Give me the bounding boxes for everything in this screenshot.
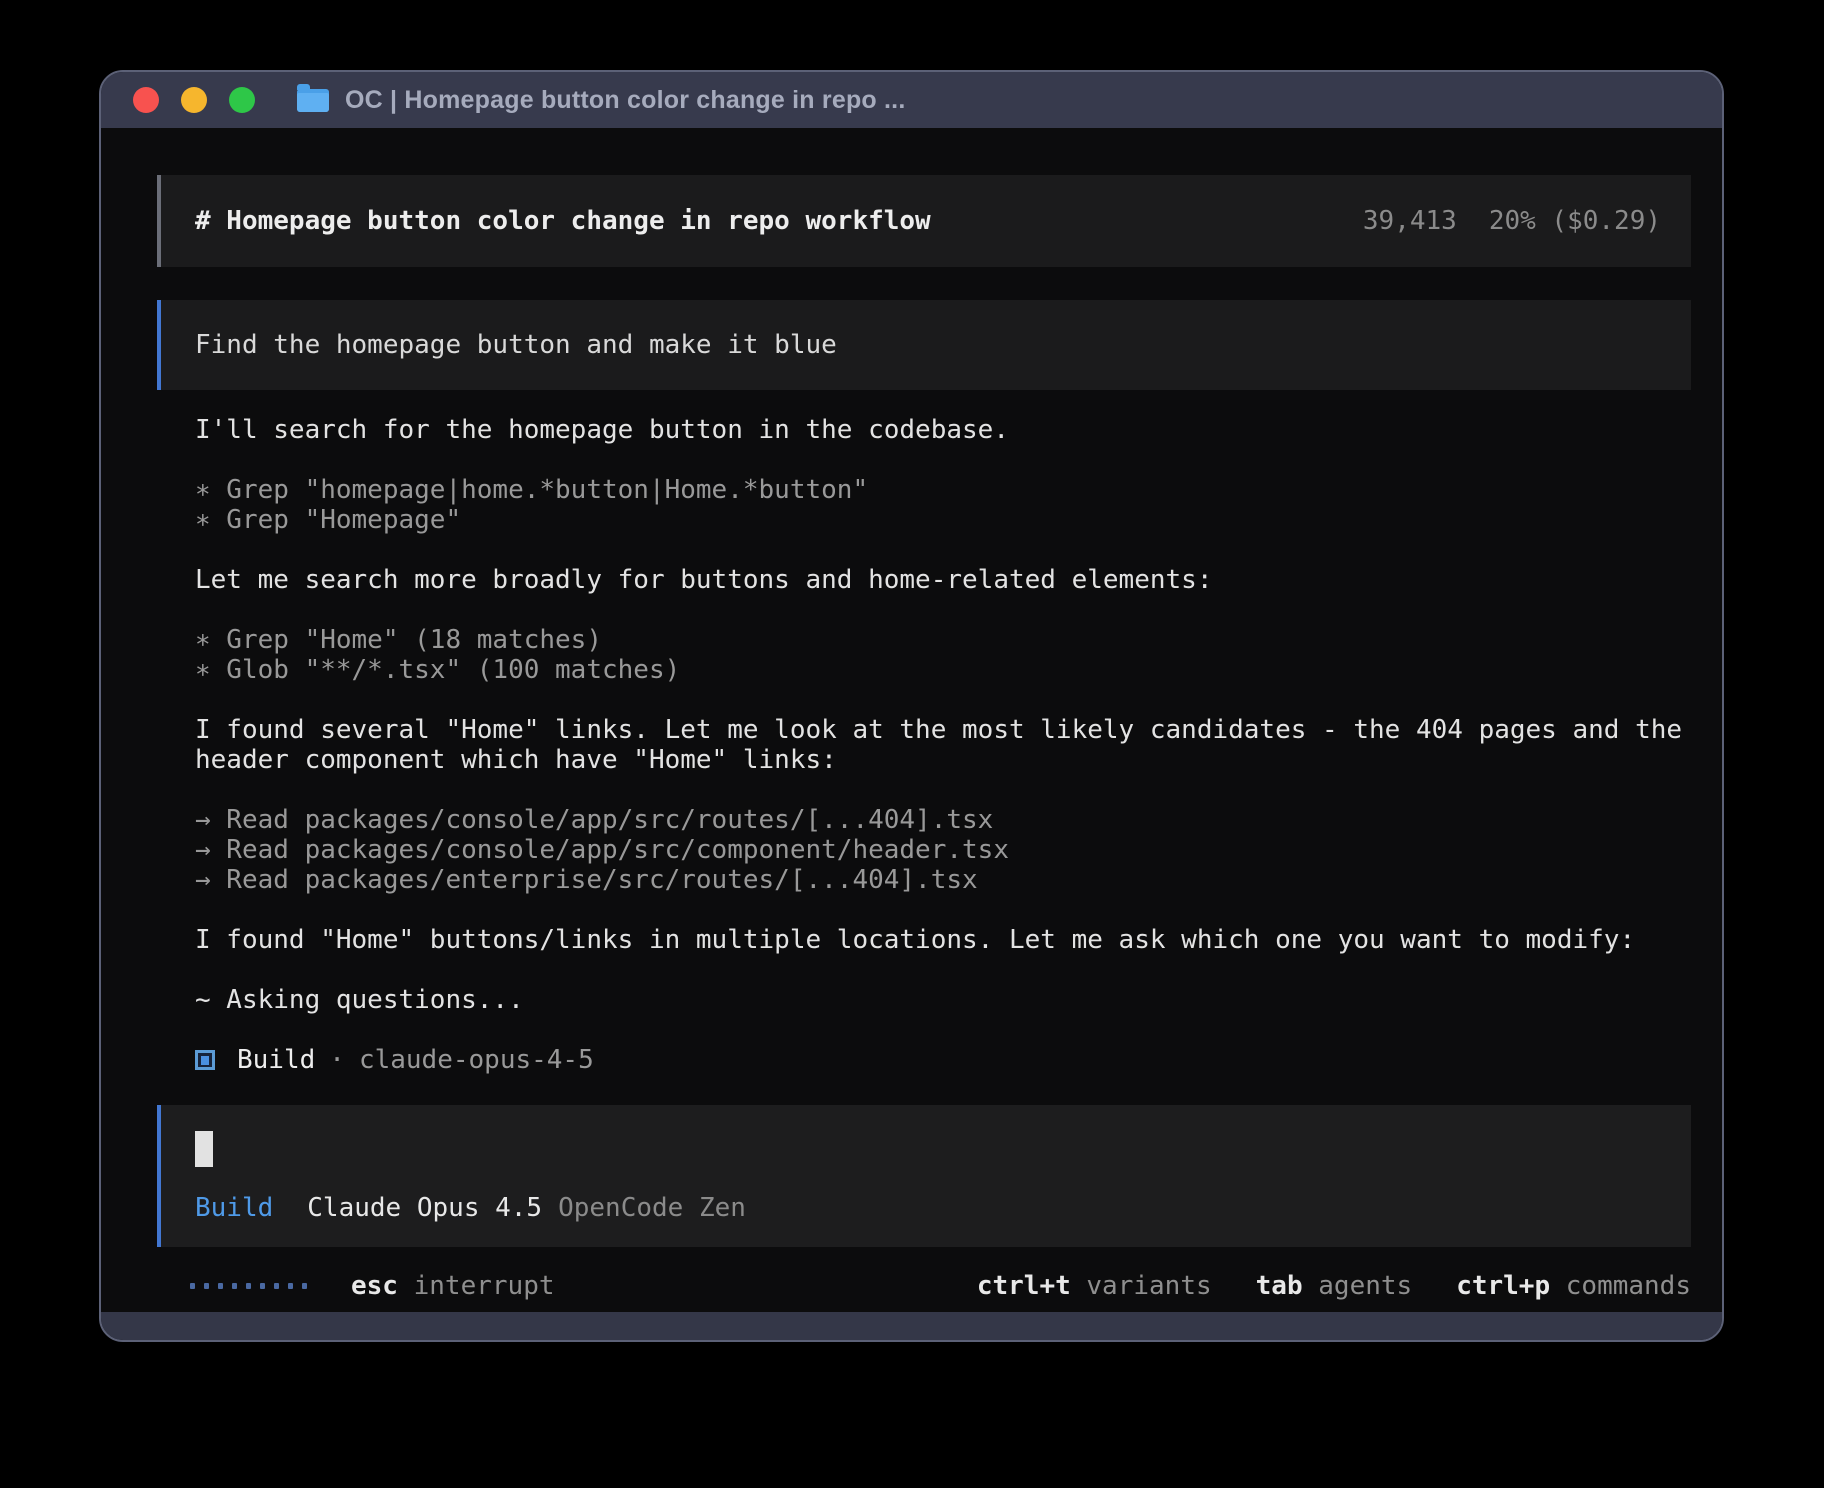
transcript-line <box>195 685 1691 715</box>
transcript-line: header component which have "Home" links… <box>195 745 1691 775</box>
agent-separator: · <box>329 1045 345 1075</box>
hints-right: ctrl+t variants tab agents ctrl+p comman… <box>977 1271 1691 1301</box>
transcript-line: ~ Asking questions... <box>195 985 1691 1015</box>
agent-name: Build <box>237 1045 315 1075</box>
terminal-content: # Homepage button color change in repo w… <box>101 128 1722 1312</box>
spinner-dots-icon <box>190 1283 307 1289</box>
transcript-line: ∗ Grep "Home" (18 matches) <box>195 625 1691 655</box>
transcript-line: I found "Home" buttons/links in multiple… <box>195 925 1691 955</box>
prompt-input[interactable]: Build Claude Opus 4.5 OpenCode Zen <box>157 1105 1691 1247</box>
transcript-line <box>195 955 1691 985</box>
transcript-line <box>195 595 1691 625</box>
transcript-line: I found several "Home" links. Let me loo… <box>195 715 1691 745</box>
status-left: esc interrupt <box>190 1271 555 1301</box>
transcript-line: I'll search for the homepage button in t… <box>195 415 1691 445</box>
text-cursor <box>195 1131 213 1167</box>
context-cost: 20% ($0.29) <box>1489 206 1661 236</box>
agent-model: claude-opus-4-5 <box>359 1045 594 1075</box>
session-title: # Homepage button color change in repo w… <box>195 206 1363 236</box>
hints-left: esc interrupt <box>351 1271 555 1301</box>
transcript-line: Let me search more broadly for buttons a… <box>195 565 1691 595</box>
status-bar: esc interrupt ctrl+t variants tab agents… <box>157 1271 1691 1301</box>
transcript-line <box>195 535 1691 565</box>
transcript-line: ∗ Grep "Homepage" <box>195 505 1691 535</box>
input-model-label[interactable]: Claude Opus 4.5 <box>307 1193 542 1223</box>
keyboard-hint: ctrl+p commands <box>1456 1271 1691 1301</box>
titlebar: OC | Homepage button color change in rep… <box>101 72 1722 128</box>
input-provider-label: OpenCode Zen <box>558 1193 746 1223</box>
minimize-button[interactable] <box>181 87 207 113</box>
keyboard-hint: tab agents <box>1256 1271 1413 1301</box>
transcript-line: → Read packages/console/app/src/routes/[… <box>195 805 1691 835</box>
transcript-line: ∗ Grep "homepage|home.*button|Home.*butt… <box>195 475 1691 505</box>
window-footer <box>101 1312 1722 1340</box>
close-button[interactable] <box>133 87 159 113</box>
square-badge-icon <box>195 1050 215 1070</box>
token-count: 39,413 <box>1363 206 1457 236</box>
terminal-window: OC | Homepage button color change in rep… <box>99 70 1724 1342</box>
keyboard-hint: ctrl+t variants <box>977 1271 1212 1301</box>
transcript: I'll search for the homepage button in t… <box>157 415 1691 1015</box>
zoom-button[interactable] <box>229 87 255 113</box>
user-message-text: Find the homepage button and make it blu… <box>195 330 837 360</box>
transcript-line <box>195 895 1691 925</box>
transcript-line <box>195 775 1691 805</box>
transcript-line: ∗ Glob "**/*.tsx" (100 matches) <box>195 655 1691 685</box>
session-stats: 39,413 20% ($0.29) <box>1363 206 1661 236</box>
window-title: OC | Homepage button color change in rep… <box>345 86 905 115</box>
agent-status-row: Build · claude-opus-4-5 <box>157 1045 1691 1075</box>
input-meta: Build Claude Opus 4.5 OpenCode Zen <box>195 1193 1661 1223</box>
user-message: Find the homepage button and make it blu… <box>157 300 1691 390</box>
input-agent-label[interactable]: Build <box>195 1193 273 1223</box>
keyboard-hint: esc interrupt <box>351 1271 555 1301</box>
session-header: # Homepage button color change in repo w… <box>157 175 1691 267</box>
transcript-line: → Read packages/enterprise/src/routes/[.… <box>195 865 1691 895</box>
folder-icon <box>297 89 329 112</box>
traffic-lights <box>133 87 255 113</box>
transcript-line: → Read packages/console/app/src/componen… <box>195 835 1691 865</box>
transcript-line <box>195 445 1691 475</box>
